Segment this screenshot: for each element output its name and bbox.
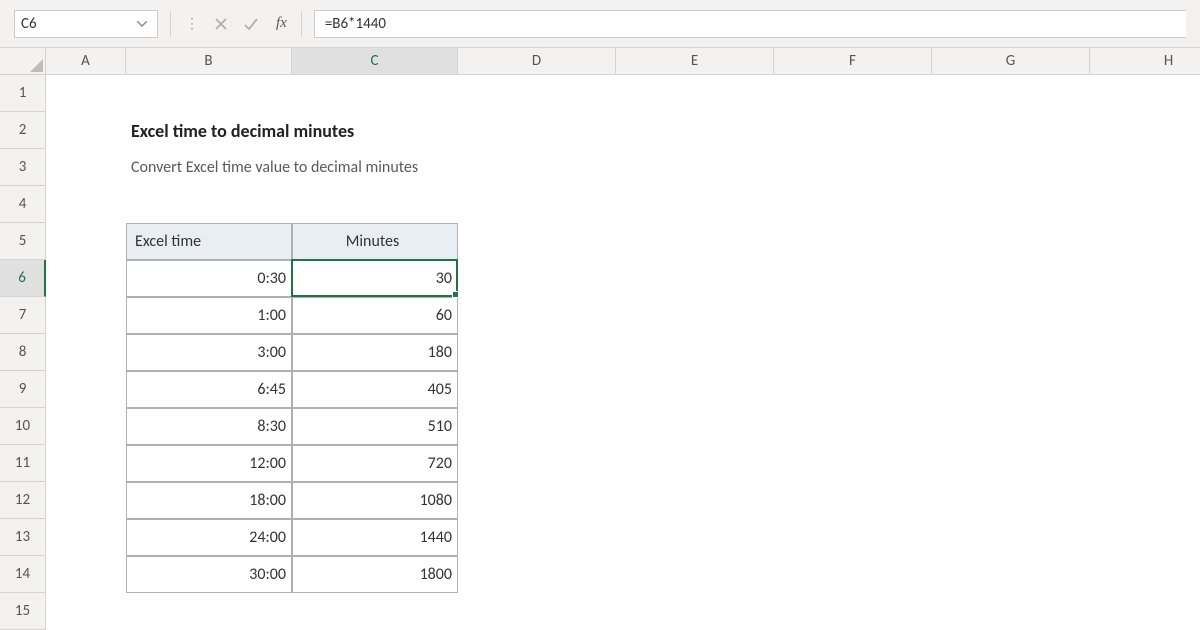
row-header-13[interactable]: 13 bbox=[0, 519, 46, 556]
column-header-e[interactable]: E bbox=[616, 48, 774, 75]
column-header-f[interactable]: F bbox=[774, 48, 932, 75]
cell-minutes-13[interactable]: 1440 bbox=[292, 519, 458, 556]
row-header-9[interactable]: 9 bbox=[0, 371, 46, 408]
row-header-11[interactable]: 11 bbox=[0, 445, 46, 482]
row-header-14[interactable]: 14 bbox=[0, 556, 46, 593]
column-header-c[interactable]: C bbox=[292, 48, 458, 75]
cell-time-9[interactable]: 6:45 bbox=[126, 371, 292, 408]
row-header-2[interactable]: 2 bbox=[0, 112, 46, 149]
cancel-icon[interactable] bbox=[206, 10, 236, 38]
row-header-12[interactable]: 12 bbox=[0, 482, 46, 519]
cell-minutes-9[interactable]: 405 bbox=[292, 371, 458, 408]
row-header-7[interactable]: 7 bbox=[0, 297, 46, 334]
row-header-15[interactable]: 15 bbox=[0, 593, 46, 630]
table-header-minutes[interactable]: Minutes bbox=[292, 223, 458, 260]
row-header-1[interactable]: 1 bbox=[0, 75, 46, 112]
cell-time-14[interactable]: 30:00 bbox=[126, 556, 292, 593]
cell-minutes-8[interactable]: 180 bbox=[292, 334, 458, 371]
table-header-time[interactable]: Excel time bbox=[126, 223, 292, 260]
cell-minutes-7[interactable]: 60 bbox=[292, 297, 458, 334]
formula-input[interactable]: =B6*1440 bbox=[314, 10, 1186, 38]
cell-time-11[interactable]: 12:00 bbox=[126, 445, 292, 482]
row-header-5[interactable]: 5 bbox=[0, 223, 46, 260]
cell-minutes-6[interactable]: 30 bbox=[292, 260, 458, 297]
column-header-a[interactable]: A bbox=[46, 48, 126, 75]
chevron-down-icon[interactable] bbox=[133, 21, 151, 27]
cell-time-10[interactable]: 8:30 bbox=[126, 408, 292, 445]
row-header-4[interactable]: 4 bbox=[0, 186, 46, 223]
cell-time-8[interactable]: 3:00 bbox=[126, 334, 292, 371]
enter-icon[interactable] bbox=[236, 10, 266, 38]
row-header-6[interactable]: 6 bbox=[0, 260, 46, 297]
column-header-b[interactable]: B bbox=[126, 48, 292, 75]
cell-time-12[interactable]: 18:00 bbox=[126, 482, 292, 519]
divider bbox=[170, 11, 171, 37]
fx-icon[interactable]: fx bbox=[266, 15, 297, 32]
column-header-d[interactable]: D bbox=[458, 48, 616, 75]
row-header-10[interactable]: 10 bbox=[0, 408, 46, 445]
name-box[interactable]: C6 bbox=[14, 10, 158, 38]
cell-minutes-12[interactable]: 1080 bbox=[292, 482, 458, 519]
divider bbox=[301, 11, 302, 37]
cell-minutes-10[interactable]: 510 bbox=[292, 408, 458, 445]
cell-time-7[interactable]: 1:00 bbox=[126, 297, 292, 334]
formula-value: =B6*1440 bbox=[325, 15, 386, 33]
cell-time-13[interactable]: 24:00 bbox=[126, 519, 292, 556]
cell-minutes-14[interactable]: 1800 bbox=[292, 556, 458, 593]
cell-minutes-11[interactable]: 720 bbox=[292, 445, 458, 482]
name-box-value: C6 bbox=[21, 15, 133, 33]
column-headers: ABCDEFGH bbox=[46, 48, 1200, 75]
column-header-h[interactable]: H bbox=[1090, 48, 1200, 75]
row-header-8[interactable]: 8 bbox=[0, 334, 46, 371]
row-headers: 123456789101112131415 bbox=[0, 75, 46, 630]
spreadsheet-grid[interactable]: ABCDEFGH 123456789101112131415 Excel tim… bbox=[0, 48, 1200, 630]
page-subtitle[interactable]: Convert Excel time value to decimal minu… bbox=[126, 149, 726, 186]
column-header-g[interactable]: G bbox=[932, 48, 1090, 75]
select-all-corner[interactable] bbox=[0, 48, 46, 75]
cell-time-6[interactable]: 0:30 bbox=[126, 260, 292, 297]
drag-dots-icon: ⋮ bbox=[179, 15, 206, 32]
row-header-3[interactable]: 3 bbox=[0, 149, 46, 186]
page-title[interactable]: Excel time to decimal minutes bbox=[126, 112, 726, 149]
formula-bar: C6 ⋮ fx =B6*1440 bbox=[0, 0, 1200, 48]
